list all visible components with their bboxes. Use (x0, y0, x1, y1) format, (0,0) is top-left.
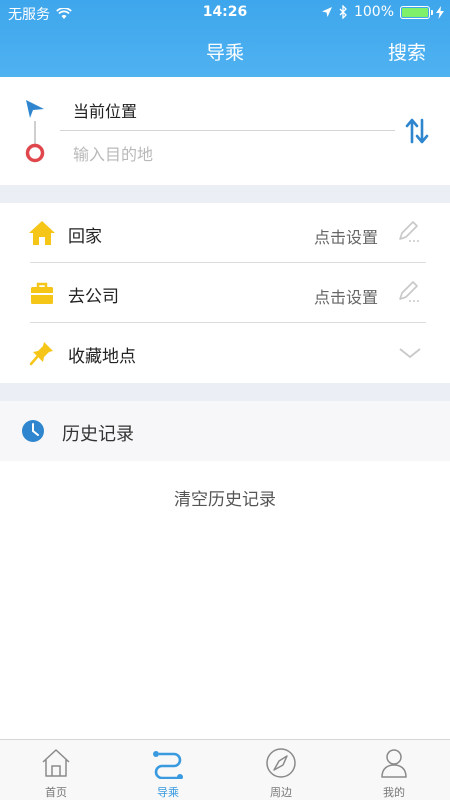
divider (60, 130, 395, 131)
tab-bar: 首页 导乘 周边 我的 (0, 739, 450, 800)
briefcase-icon (31, 282, 53, 304)
destination-marker-icon (25, 143, 45, 163)
pin-icon (29, 342, 53, 366)
charging-icon (436, 5, 444, 19)
origin-field[interactable]: 当前位置 (73, 98, 137, 122)
history-header: 历史记录 (0, 401, 450, 461)
tab-nearby[interactable]: 周边 (225, 740, 337, 800)
clear-history-button[interactable]: 清空历史记录 (0, 485, 450, 510)
search-button[interactable]: 搜索 (388, 38, 426, 65)
clock-icon (22, 420, 44, 442)
home-label: 回家 (68, 227, 102, 247)
favorites-label: 收藏地点 (68, 347, 136, 367)
location-arrow-icon (321, 7, 332, 17)
route-panel: 当前位置 输入目的地 (0, 77, 450, 185)
shortcut-list: 回家 点击设置 去公司 点击设置 收藏地点 (0, 203, 450, 383)
tab-label: 周边 (270, 786, 292, 799)
list-item-work[interactable]: 去公司 点击设置 (0, 263, 450, 323)
list-item-home[interactable]: 回家 点击设置 (0, 203, 450, 263)
tab-mine[interactable]: 我的 (338, 740, 450, 800)
edit-pencil-icon[interactable] (396, 219, 420, 245)
swap-icon[interactable] (404, 117, 430, 145)
chevron-down-icon[interactable] (398, 345, 422, 361)
status-right: 100% (321, 4, 444, 20)
tab-label: 首页 (45, 786, 67, 799)
status-bar: 无服务 14:26 100% (0, 0, 450, 26)
edit-pencil-icon[interactable] (396, 279, 420, 305)
bluetooth-icon (339, 5, 347, 19)
list-item-favorites[interactable]: 收藏地点 (0, 323, 450, 383)
work-set-button[interactable]: 点击设置 (314, 284, 378, 308)
tab-home[interactable]: 首页 (0, 740, 112, 800)
tab-route[interactable]: 导乘 (112, 740, 224, 800)
home-icon (29, 221, 55, 245)
work-label: 去公司 (68, 287, 119, 307)
battery-icon (400, 5, 433, 19)
home-set-button[interactable]: 点击设置 (314, 224, 378, 248)
nav-bar: 导乘 搜索 (0, 26, 450, 77)
battery-percent: 100% (353, 4, 394, 20)
route-tab-icon (153, 751, 183, 779)
section-gap (0, 185, 450, 203)
home-tab-icon (42, 749, 70, 777)
user-icon (381, 749, 407, 778)
header: 无服务 14:26 100% 导乘 搜索 (0, 0, 450, 77)
compass-icon (266, 748, 296, 778)
history-title: 历史记录 (62, 424, 134, 445)
start-location-icon (26, 100, 44, 118)
tab-label: 我的 (383, 786, 405, 799)
destination-input[interactable]: 输入目的地 (73, 141, 153, 165)
tab-label: 导乘 (157, 786, 179, 799)
page-title: 导乘 (205, 42, 244, 64)
section-gap (0, 383, 450, 401)
